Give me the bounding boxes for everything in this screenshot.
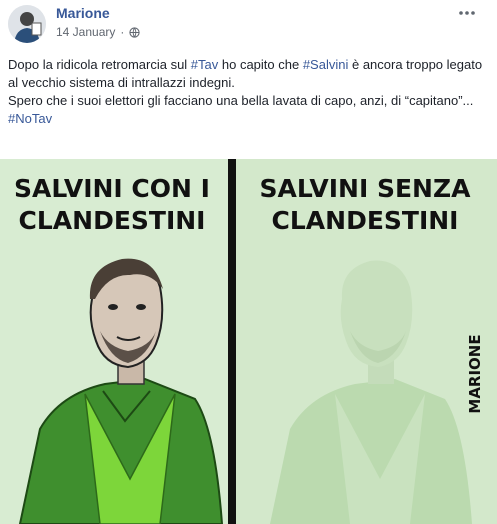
left-caption-line-1: SALVINI CON I [14, 174, 210, 203]
right-caption-line-2: CLANDESTINI [272, 206, 459, 235]
post-image[interactable]: SALVINI CON I CLANDESTINI SALVINI SENZA … [0, 159, 497, 524]
post-paragraph-1: Dopo la ridicola retromarcia sul #Tav ho… [8, 56, 493, 92]
panel-divider [228, 159, 236, 524]
post-header: Marione 14 January · [0, 0, 497, 44]
avatar-image [8, 5, 46, 43]
post-text: Dopo la ridicola retromarcia sul #Tav ho… [8, 56, 493, 128]
facebook-post: Marione 14 January · Dopo la ridicola re… [0, 0, 497, 524]
text-segment: ho capito che [218, 57, 303, 72]
right-caption-line-1: SALVINI SENZA [260, 174, 472, 203]
more-options-icon[interactable] [457, 6, 477, 20]
left-caption-line-2: CLANDESTINI [19, 206, 206, 235]
post-paragraph-3: #NoTav [8, 110, 493, 128]
artist-signature: MARIONE [466, 334, 484, 413]
post-paragraph-2: Spero che i suoi elettori gli facciano u… [8, 93, 474, 108]
hashtag-tav[interactable]: #Tav [191, 57, 218, 72]
author-avatar[interactable] [8, 5, 46, 43]
text-segment: Dopo la ridicola retromarcia sul [8, 57, 191, 72]
globe-icon[interactable] [129, 26, 141, 38]
cartoon-illustration: SALVINI CON I CLANDESTINI SALVINI SENZA … [0, 159, 497, 524]
post-meta: 14 January · [56, 25, 141, 39]
author-name[interactable]: Marione [56, 5, 110, 21]
date-separator: · [120, 25, 125, 39]
hashtag-notav[interactable]: #NoTav [8, 111, 52, 126]
hashtag-salvini[interactable]: #Salvini [303, 57, 349, 72]
post-date[interactable]: 14 January [56, 25, 115, 39]
